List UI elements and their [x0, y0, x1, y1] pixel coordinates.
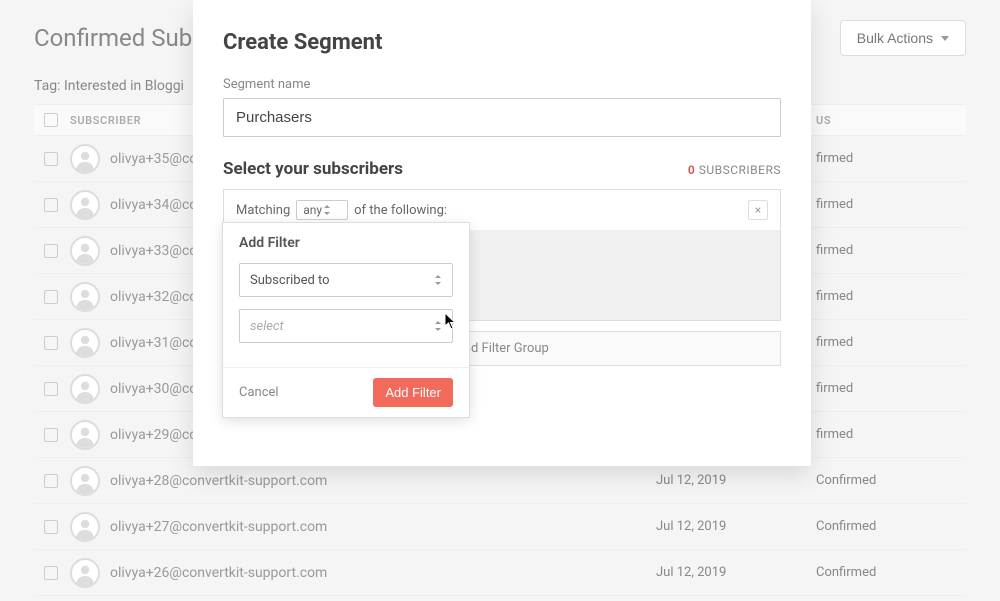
bulk-actions-button[interactable]: Bulk Actions [840, 20, 966, 56]
subscriber-email: olivya+31@con [110, 335, 205, 351]
popover-title: Add Filter [239, 235, 453, 251]
row-checkbox[interactable] [44, 566, 58, 580]
avatar [70, 374, 100, 404]
row-checkbox[interactable] [44, 428, 58, 442]
popover-cancel-button[interactable]: Cancel [239, 385, 279, 400]
subscriber-email: olivya+29@con [110, 427, 205, 443]
subscriber-date: Jul 12, 2019 [656, 519, 816, 534]
row-checkbox[interactable] [44, 198, 58, 212]
column-status: US [816, 114, 956, 127]
modal-title: Create Segment [223, 30, 781, 55]
segment-name-label: Segment name [223, 77, 781, 92]
avatar [70, 558, 100, 588]
page-title: Confirmed Subs [34, 24, 205, 52]
subscriber-status: firmed [816, 197, 956, 212]
matching-suffix: of the following: [354, 203, 447, 218]
row-checkbox[interactable] [44, 336, 58, 350]
subscriber-email: olivya+34@con [110, 197, 205, 213]
subscriber-email: olivya+28@convertkit-support.com [110, 473, 327, 489]
subscriber-email: olivya+33@con [110, 243, 205, 259]
subscriber-status: firmed [816, 151, 956, 166]
row-checkbox[interactable] [44, 152, 58, 166]
subscriber-email: olivya+32@con [110, 289, 205, 305]
filter-type-select[interactable]: Subscribed to [239, 263, 453, 297]
filter-target-select[interactable]: select [239, 309, 453, 343]
subscriber-status: firmed [816, 381, 956, 396]
avatar [70, 190, 100, 220]
subscriber-status: Confirmed [816, 565, 956, 580]
subscriber-email: olivya+30@con [110, 381, 205, 397]
subscriber-email: olivya+35@con [110, 151, 205, 167]
row-checkbox[interactable] [44, 290, 58, 304]
avatar [70, 512, 100, 542]
avatar [70, 420, 100, 450]
subscriber-count: 0 SUBSCRIBERS [688, 163, 781, 177]
segment-name-input[interactable] [223, 98, 781, 137]
add-filter-popover: Add Filter Subscribed to select Cancel A… [222, 222, 470, 418]
bulk-actions-label: Bulk Actions [857, 30, 933, 46]
row-checkbox[interactable] [44, 520, 58, 534]
sort-arrows-icon [435, 321, 442, 331]
sort-arrows-icon [435, 275, 442, 285]
remove-filter-group-button[interactable]: × [748, 200, 768, 220]
subscriber-email: olivya+26@convertkit-support.com [110, 565, 327, 581]
avatar [70, 282, 100, 312]
sort-arrows-icon [324, 205, 331, 215]
subscriber-status: Confirmed [816, 519, 956, 534]
row-checkbox[interactable] [44, 474, 58, 488]
avatar [70, 144, 100, 174]
avatar [70, 466, 100, 496]
select-all-checkbox[interactable] [44, 113, 58, 127]
subscriber-date: Jul 12, 2019 [656, 473, 816, 488]
table-row[interactable]: olivya+27@convertkit-support.com Jul 12, … [34, 504, 966, 550]
popover-add-filter-button[interactable]: Add Filter [373, 378, 453, 407]
avatar [70, 328, 100, 358]
subscriber-status: Confirmed [816, 473, 956, 488]
subscriber-status: firmed [816, 427, 956, 442]
matching-mode-select[interactable]: any [296, 200, 348, 220]
subscriber-status: firmed [816, 289, 956, 304]
subscriber-status: firmed [816, 335, 956, 350]
select-subscribers-label: Select your subscribers [223, 159, 403, 179]
subscriber-status: firmed [816, 243, 956, 258]
row-checkbox[interactable] [44, 244, 58, 258]
subscriber-date: Jul 12, 2019 [656, 565, 816, 580]
row-checkbox[interactable] [44, 382, 58, 396]
avatar [70, 236, 100, 266]
matching-prefix: Matching [236, 203, 290, 218]
subscriber-email: olivya+27@convertkit-support.com [110, 519, 327, 535]
table-row[interactable]: olivya+26@convertkit-support.com Jul 12, … [34, 550, 966, 596]
chevron-down-icon [941, 36, 949, 41]
